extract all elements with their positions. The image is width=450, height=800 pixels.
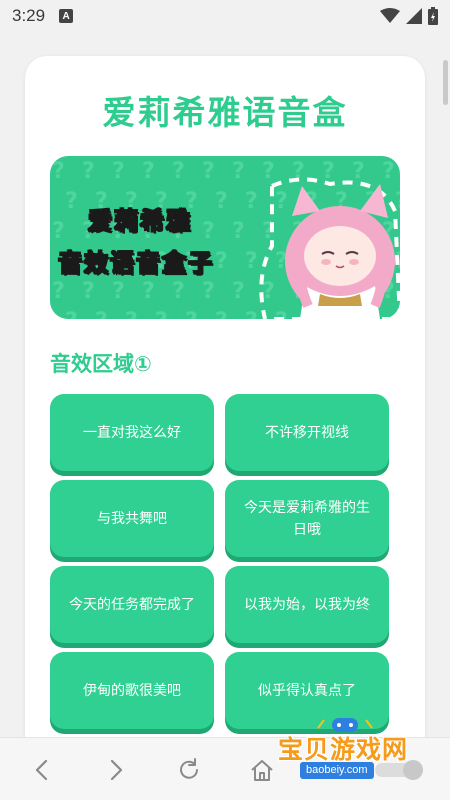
sound-button-label: 伊甸的歌很美吧 <box>83 682 181 699</box>
sound-button[interactable]: 与我共舞吧 <box>50 480 214 557</box>
pattern-glyph: ? <box>185 309 198 319</box>
pattern-glyph: ? <box>142 159 155 184</box>
pattern-glyph: ? <box>275 189 288 214</box>
page-scrollbar[interactable] <box>443 60 448 105</box>
pattern-glyph: ? <box>95 309 108 319</box>
pattern-glyph: ? <box>172 159 185 184</box>
pattern-glyph: ? <box>52 159 65 184</box>
pattern-glyph: ? <box>142 279 155 304</box>
watermark-url: baobeiy.com <box>300 762 374 779</box>
sound-button-label: 一直对我这么好 <box>83 424 181 441</box>
app-title: 爱莉希雅语音盒 <box>102 93 348 132</box>
status-time: 3:29 <box>12 6 46 25</box>
pattern-glyph: ? <box>65 189 78 214</box>
sound-button-label: 似乎得认真点了 <box>258 682 356 699</box>
pattern-glyph: ? <box>232 219 245 244</box>
pattern-glyph: ? <box>245 249 258 274</box>
banner-title-line1: 爱莉希雅 <box>87 206 192 236</box>
pattern-glyph: ? <box>65 309 78 319</box>
sound-button[interactable]: 今天是爱莉希雅的生日哦 <box>225 480 389 557</box>
pattern-glyph: ? <box>262 279 275 304</box>
sound-button-label: 今天的任务都完成了 <box>69 596 195 613</box>
pattern-glyph: ? <box>82 279 95 304</box>
sound-button-label: 与我共舞吧 <box>97 510 167 527</box>
sound-button[interactable]: 不许移开视线 <box>225 394 389 471</box>
sound-button[interactable]: 今天的任务都完成了 <box>50 566 214 643</box>
pattern-glyph: ? <box>155 309 168 319</box>
sound-button-label: 不许移开视线 <box>265 424 349 441</box>
section-title: 音效区域① <box>50 352 152 376</box>
status-bar: 3:29 A <box>0 0 450 32</box>
pattern-glyph: ? <box>52 279 65 304</box>
pattern-glyph: ? <box>215 249 228 274</box>
main-card: 爱莉希雅语音盒 ????????????????????????????????… <box>25 56 425 800</box>
battery-icon <box>428 7 438 25</box>
back-icon[interactable] <box>28 756 56 784</box>
pattern-glyph: ? <box>112 159 125 184</box>
status-indicators <box>380 7 438 25</box>
pattern-glyph: ? <box>172 279 185 304</box>
pattern-glyph: ? <box>202 159 215 184</box>
signal-icon <box>406 8 422 24</box>
pattern-glyph: ? <box>232 159 245 184</box>
banner-title-line2: 音效语音盒子 <box>57 248 214 278</box>
pattern-glyph: ? <box>125 309 138 319</box>
pattern-glyph: ? <box>322 159 335 184</box>
pattern-glyph: ? <box>82 159 95 184</box>
forward-icon[interactable] <box>102 756 130 784</box>
pattern-glyph: ? <box>245 189 258 214</box>
sound-button-label: 今天是爱莉希雅的生日哦 <box>244 499 370 538</box>
pattern-glyph: ? <box>215 309 228 319</box>
sound-button-label: 以我为始，以我为终 <box>244 596 370 613</box>
watermark: 宝贝游戏网 baobeiy.com <box>270 718 420 784</box>
pattern-glyph: ? <box>262 159 275 184</box>
reload-icon[interactable] <box>175 756 203 784</box>
banner-image: ????????????????????????????????????????… <box>50 156 400 319</box>
pattern-glyph: ? <box>382 159 395 184</box>
wifi-icon <box>380 8 400 23</box>
banner-pattern: ????????????????????????????????????????… <box>52 159 400 319</box>
pattern-glyph: ? <box>52 219 65 244</box>
sound-button[interactable]: 以我为始，以我为终 <box>225 566 389 643</box>
pattern-glyph: ? <box>215 189 228 214</box>
sound-button[interactable]: 一直对我这么好 <box>50 394 214 471</box>
pattern-glyph: ? <box>352 159 365 184</box>
sound-button[interactable]: 伊甸的歌很美吧 <box>50 652 214 729</box>
pattern-glyph: ? <box>202 219 215 244</box>
pattern-glyph: ? <box>202 279 215 304</box>
pattern-glyph: ? <box>112 279 125 304</box>
pattern-glyph: ? <box>245 309 258 319</box>
pattern-glyph: ? <box>232 279 245 304</box>
watermark-text: 宝贝游戏网 <box>278 735 409 764</box>
notification-icon: A <box>59 9 74 23</box>
